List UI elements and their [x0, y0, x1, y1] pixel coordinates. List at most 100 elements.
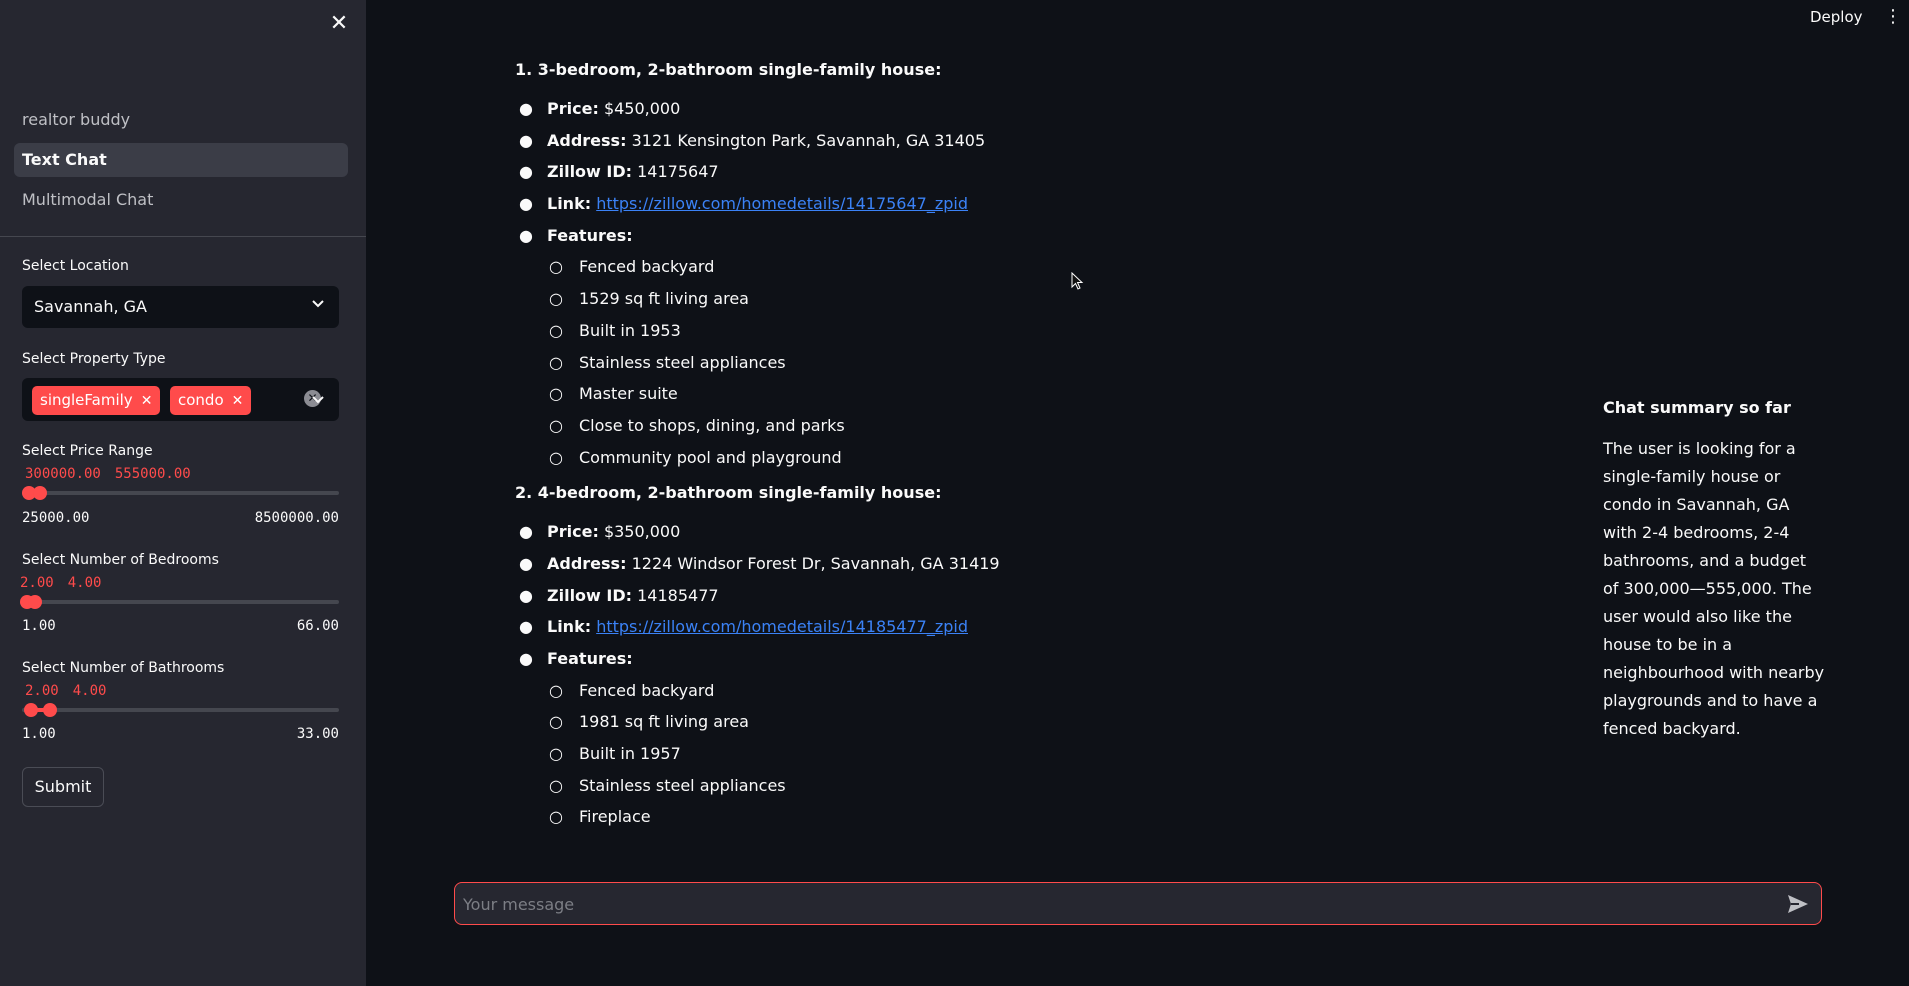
feature-item: ○ Fenced backyard: [549, 257, 715, 277]
zillow-id-value: 14175647: [637, 162, 719, 182]
link-label: Link:: [547, 617, 592, 637]
nav-item-text-chat[interactable]: Text Chat: [14, 143, 348, 177]
sidebar: ✕ realtor buddy Text Chat Multimodal Cha…: [0, 0, 366, 986]
listing-details: ● Price: $450,000 ● Address: 3121 Kensingt…: [515, 93, 1385, 473]
feature-text: Fenced backyard: [579, 680, 715, 700]
price-label: Price:: [547, 99, 599, 118]
location-select[interactable]: Savannah, GA: [22, 286, 339, 328]
chip-label: singleFamily: [40, 391, 133, 409]
mouse-cursor-icon: [1071, 272, 1084, 290]
chip-remove-icon[interactable]: ✕: [232, 393, 244, 409]
property-type-label: Select Property Type: [22, 351, 166, 367]
feature-item: ○ Stainless steel appliances: [549, 775, 786, 795]
feature-item: ○ Stainless steel appliances: [549, 352, 786, 372]
price-high-value: 555000.00: [114, 466, 191, 482]
bedrooms-min: 1.00: [22, 618, 56, 634]
bathrooms-range-ends: 1.00 33.00: [22, 726, 339, 742]
feature-item: ○ Fenced backyard: [549, 680, 715, 700]
sidebar-divider: [0, 236, 366, 237]
bedrooms-high-value: 4.00: [67, 575, 102, 591]
price-slider-track[interactable]: [22, 486, 339, 500]
feature-text: Fireplace: [579, 807, 651, 827]
feature-item: ○ 1529 sq ft living area: [549, 289, 749, 309]
chip-condo: condo ✕: [170, 386, 252, 415]
zillow-label: Zillow ID:: [547, 162, 633, 182]
features-label: Features:: [547, 225, 633, 245]
chip-single-family: singleFamily ✕: [32, 386, 161, 415]
address-value: 1224 Windsor Forest Dr, Savannah, GA 314…: [631, 553, 1000, 573]
feature-item: ○ Master suite: [549, 384, 678, 404]
chevron-down-icon[interactable]: [311, 392, 325, 406]
feature-text: Close to shops, dining, and parks: [579, 415, 845, 435]
listing-price: ● Price: $350,000: [519, 522, 681, 542]
price-value: $350,000: [603, 522, 681, 542]
feature-item: ○ Close to shops, dining, and parks: [549, 415, 845, 435]
listing-heading: 1. 3-bedroom, 2-bathroom single-family h…: [515, 60, 942, 79]
chip-remove-icon[interactable]: ✕: [141, 393, 153, 409]
zillow-id-value: 14185477: [637, 585, 719, 605]
price-min: 25000.00: [22, 510, 90, 526]
send-icon[interactable]: [1787, 894, 1809, 914]
price-value: $450,000: [603, 99, 681, 118]
bathrooms-high-value: 4.00: [72, 683, 107, 699]
feature-item: ○ Built in 1953: [549, 320, 681, 340]
bathrooms-slider-low-thumb[interactable]: [24, 703, 38, 717]
listing-zillow-id: ● Zillow ID: 14175647: [519, 162, 719, 182]
feature-text: Stainless steel appliances: [579, 352, 786, 372]
bathrooms-slider-high-thumb[interactable]: [43, 703, 57, 717]
summary-body: The user is looking for a single-family …: [1603, 439, 1825, 738]
close-icon[interactable]: ✕: [325, 10, 353, 38]
bedrooms-label: Select Number of Bedrooms: [22, 552, 219, 568]
bathrooms-label: Select Number of Bathrooms: [22, 660, 225, 676]
price-low-value: 300000.00: [25, 466, 101, 482]
address-label: Address:: [547, 130, 627, 150]
listing-url-link[interactable]: https://zillow.com/homedetails/14185477_…: [596, 617, 968, 636]
listing-features: ● Features:: [519, 649, 633, 668]
feature-text: 1529 sq ft living area: [579, 289, 749, 309]
message-input[interactable]: [463, 893, 1763, 915]
listing-link: ● Link: https://zillow.com/homedetails/14…: [519, 194, 968, 214]
link-label: Link:: [547, 194, 592, 214]
feature-text: Built in 1957: [579, 744, 681, 764]
bedrooms-max: 66.00: [296, 618, 339, 634]
listing-address: ● Address: 1224 Windsor Forest Dr, Savann…: [519, 553, 1000, 573]
submit-button[interactable]: Submit: [22, 767, 104, 807]
chat-input-box: [454, 882, 1822, 925]
price-max: 8500000.00: [254, 510, 339, 526]
feature-text: Stainless steel appliances: [579, 775, 786, 795]
listing-zillow-id: ● Zillow ID: 14185477: [519, 585, 719, 605]
feature-text: Fenced backyard: [579, 257, 715, 277]
listing-price: ● Price: $450,000: [519, 99, 681, 118]
kebab-menu-icon[interactable]: ⋮: [1884, 6, 1902, 27]
bathrooms-min: 1.00: [22, 726, 56, 742]
feature-text: Master suite: [579, 384, 678, 404]
listing-details: ● Price: $350,000 ● Address: 1224 Windsor …: [515, 516, 1385, 833]
location-value: Savannah, GA: [34, 297, 147, 316]
bedrooms-slider-high-thumb[interactable]: [28, 595, 42, 609]
bedrooms-range-ends: 1.00 66.00: [22, 618, 339, 634]
bedrooms-slider-track[interactable]: [20, 595, 339, 609]
feature-item: ○ Fireplace: [549, 807, 651, 827]
bathrooms-max: 33.00: [296, 726, 339, 742]
nav-item-multimodal-chat[interactable]: Multimodal Chat: [14, 183, 348, 217]
listing-url-link[interactable]: https://zillow.com/homedetails/14175647_…: [596, 194, 968, 213]
bathrooms-low-value: 2.00: [25, 683, 59, 699]
feature-item: ○ 1981 sq ft living area: [549, 712, 749, 732]
price-range-label: Select Price Range: [22, 443, 153, 459]
listing-features: ● Features:: [519, 225, 633, 245]
price-range-values: 300000.00 555000.00: [25, 466, 205, 482]
listing-link: ● Link: https://zillow.com/homedetails/14…: [519, 617, 968, 637]
chat-summary-panel: Chat summary so far The user is looking …: [1603, 398, 1825, 743]
feature-text: Built in 1953: [579, 320, 681, 340]
listing-address: ● Address: 3121 Kensington Park, Savannah…: [519, 130, 986, 150]
bathrooms-slider-track[interactable]: [22, 703, 339, 717]
features-label: Features:: [547, 649, 633, 668]
property-type-multiselect[interactable]: singleFamily ✕ condo ✕ ✕: [22, 378, 339, 421]
nav-item-realtor-buddy[interactable]: realtor buddy: [14, 103, 348, 137]
address-label: Address:: [547, 553, 627, 573]
deploy-button[interactable]: Deploy: [1810, 8, 1863, 26]
location-label: Select Location: [22, 258, 129, 274]
price-label: Price:: [547, 522, 599, 542]
bedrooms-range-values: 2.00 4.00: [20, 575, 115, 591]
price-slider-high-thumb[interactable]: [33, 486, 47, 500]
